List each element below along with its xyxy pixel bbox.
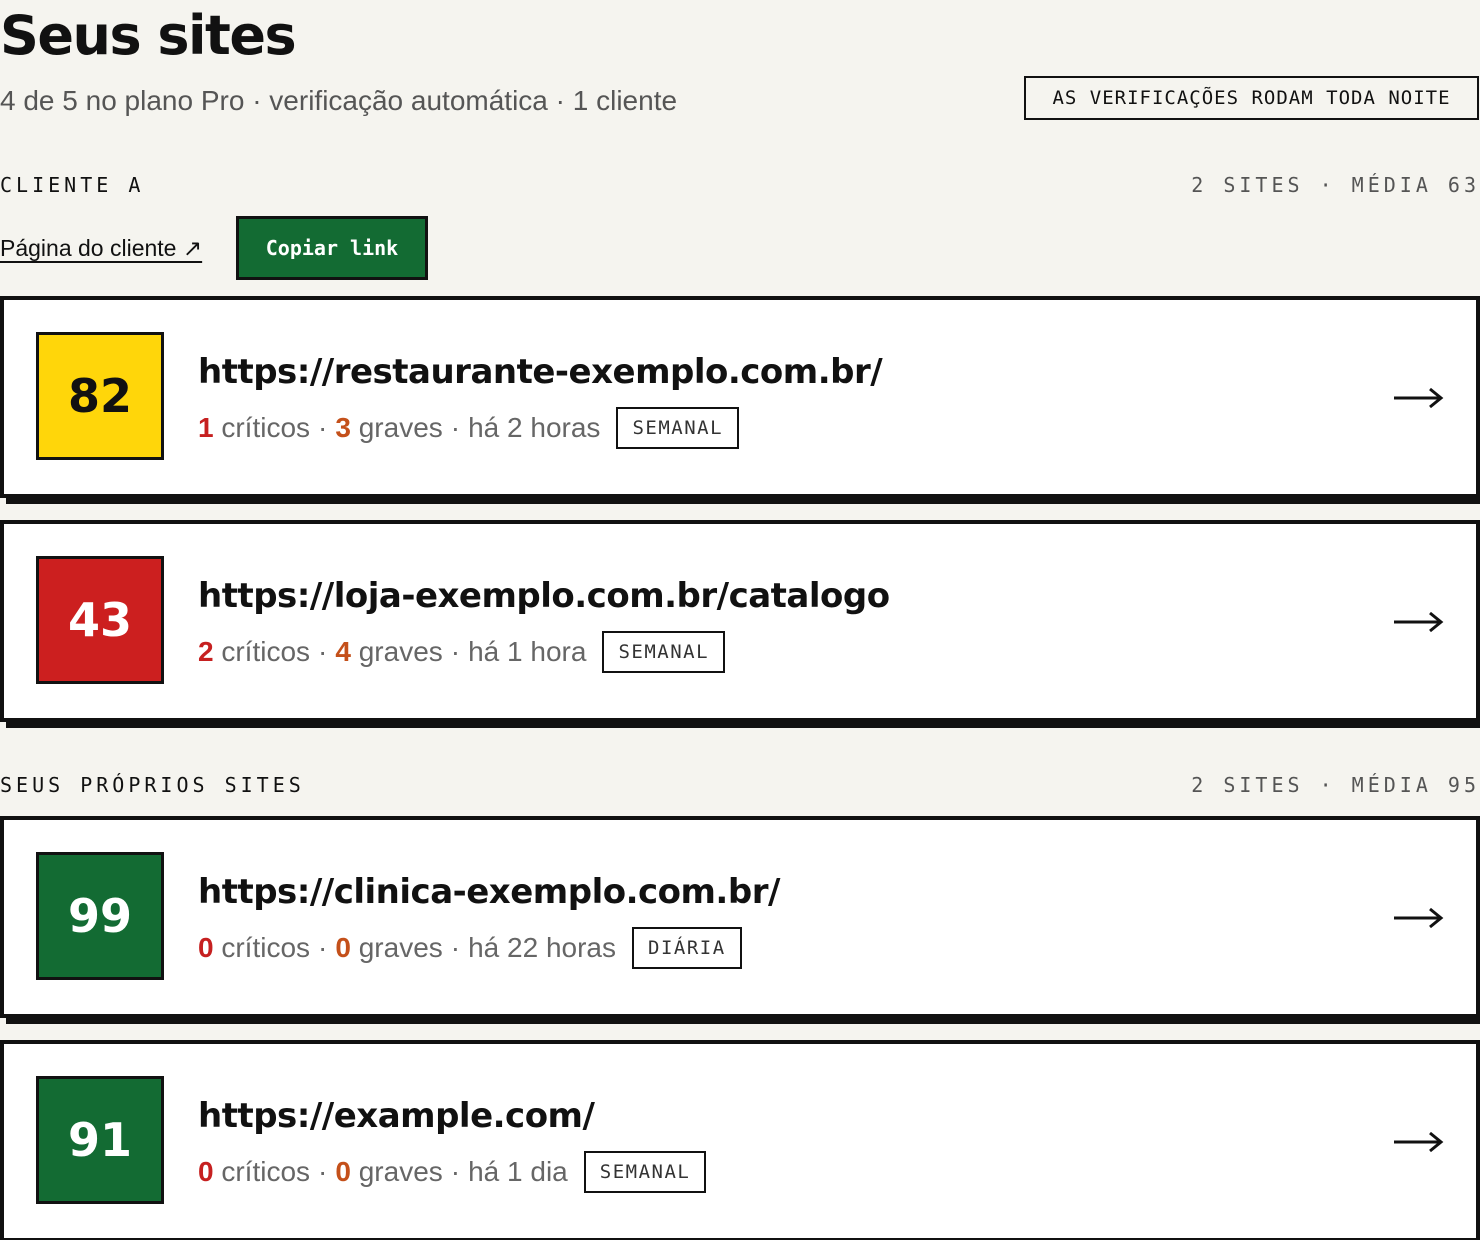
group-stats: 2 SITES · MÉDIA 95 <box>1191 773 1480 797</box>
critical-count: 2 <box>198 636 214 667</box>
score-badge: 91 <box>36 1076 164 1204</box>
grave-count: 3 <box>335 412 351 443</box>
last-check-time: há 2 horas <box>468 412 601 443</box>
frequency-badge: SEMANAL <box>616 407 740 449</box>
site-meta: 1 críticos · 3 graves · há 2 horas SEMANAL <box>198 406 740 450</box>
group-name: CLIENTE A <box>0 173 145 197</box>
arrow-right-icon[interactable] <box>1392 376 1444 420</box>
critical-count: 0 <box>198 932 214 963</box>
score-value: 43 <box>67 593 132 647</box>
frequency-badge: DIÁRIA <box>632 927 742 969</box>
group-header-client-a: CLIENTE A 2 SITES · MÉDIA 63 <box>0 170 1480 200</box>
site-url: https://restaurante-exemplo.com.br/ <box>198 352 883 392</box>
last-check-time: há 22 horas <box>468 932 616 963</box>
page-subtitle: 4 de 5 no plano Pro · verificação automá… <box>0 85 678 116</box>
grave-count: 0 <box>335 932 351 963</box>
site-card[interactable]: 99 https://clinica-exemplo.com.br/ 0 crí… <box>0 816 1480 1018</box>
last-check-time: há 1 dia <box>468 1156 568 1187</box>
group-header-own-sites: SEUS PRÓPRIOS SITES 2 SITES · MÉDIA 95 <box>0 770 1480 800</box>
score-badge: 82 <box>36 332 164 460</box>
arrow-right-icon[interactable] <box>1392 896 1444 940</box>
frequency-badge: SEMANAL <box>602 631 726 673</box>
site-url: https://loja-exemplo.com.br/catalogo <box>198 576 890 616</box>
site-meta: 2 críticos · 4 graves · há 1 hora SEMANAL <box>198 630 726 674</box>
arrow-right-icon[interactable] <box>1392 600 1444 644</box>
score-badge: 43 <box>36 556 164 684</box>
grave-label: graves <box>358 1156 443 1187</box>
score-badge: 99 <box>36 852 164 980</box>
site-card[interactable]: 43 https://loja-exemplo.com.br/catalogo … <box>0 520 1480 722</box>
grave-count: 0 <box>335 1156 351 1187</box>
score-value: 91 <box>67 1113 132 1167</box>
site-url: https://example.com/ <box>198 1096 595 1136</box>
group-stats: 2 SITES · MÉDIA 63 <box>1191 173 1480 197</box>
grave-label: graves <box>358 636 443 667</box>
arrow-right-icon[interactable] <box>1392 1120 1444 1164</box>
last-check-time: há 1 hora <box>468 636 587 667</box>
frequency-badge: SEMANAL <box>583 1151 707 1193</box>
nightly-checks-badge: AS VERIFICAÇÕES RODAM TODA NOITE <box>1024 76 1479 120</box>
copy-link-button[interactable]: Copiar link <box>236 216 428 280</box>
critical-label: críticos <box>221 1156 311 1187</box>
score-value: 82 <box>67 369 132 423</box>
page-title: Seus sites <box>0 4 297 67</box>
grave-label: graves <box>358 932 443 963</box>
critical-count: 1 <box>198 412 214 443</box>
critical-count: 0 <box>198 1156 214 1187</box>
site-meta: 0 críticos · 0 graves · há 1 dia SEMANAL <box>198 1150 707 1194</box>
site-meta: 0 críticos · 0 graves · há 22 horas DIÁRIA <box>198 926 742 970</box>
critical-label: críticos <box>221 932 311 963</box>
site-card[interactable]: 91 https://example.com/ 0 críticos · 0 gra… <box>0 1040 1480 1240</box>
critical-label: críticos <box>221 636 311 667</box>
score-value: 99 <box>67 889 132 943</box>
grave-label: graves <box>358 412 443 443</box>
client-page-link[interactable]: Página do cliente ↗ <box>0 233 202 263</box>
site-url: https://clinica-exemplo.com.br/ <box>198 872 780 912</box>
critical-label: críticos <box>221 412 311 443</box>
site-card[interactable]: 82 https://restaurante-exemplo.com.br/ 1… <box>0 296 1480 498</box>
group-name: SEUS PRÓPRIOS SITES <box>0 773 305 797</box>
grave-count: 4 <box>335 636 351 667</box>
